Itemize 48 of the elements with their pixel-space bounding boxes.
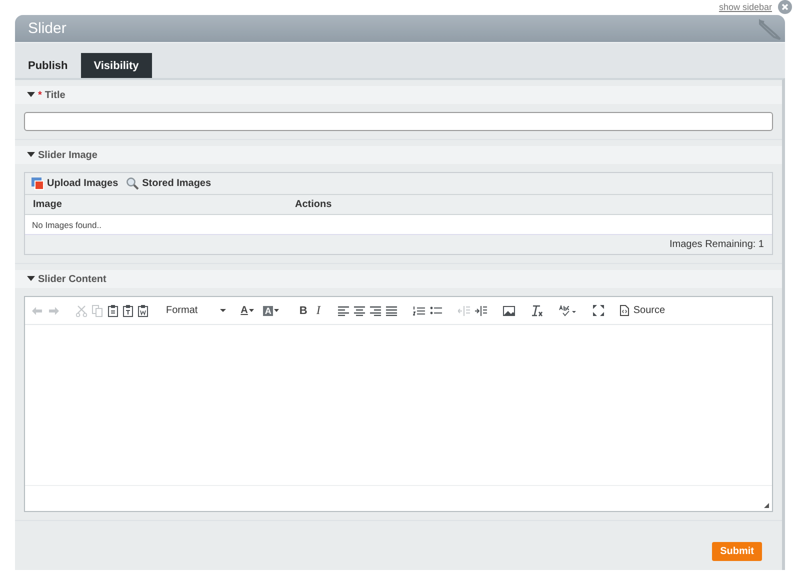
required-mark: * (38, 90, 42, 100)
italic-button[interactable]: I (314, 303, 322, 318)
section-title: Title (44, 90, 66, 100)
upload-images-button[interactable]: Upload Images (31, 177, 118, 190)
section-title: Slider Content (38, 274, 106, 284)
paste-icon[interactable] (108, 304, 118, 316)
paste-text-icon[interactable] (123, 304, 133, 316)
column-header: Actions (295, 199, 332, 210)
title-input-field[interactable] (24, 112, 773, 131)
text-color-button[interactable]: A (238, 305, 256, 316)
tab[interactable]: Visibility (80, 53, 152, 78)
tab[interactable]: Publish (15, 53, 81, 78)
section-title: Slider Image (38, 150, 98, 160)
image-icon[interactable] (503, 306, 516, 316)
show-sidebar-link[interactable]: show sidebar (718, 1, 772, 13)
document-icon (620, 305, 630, 316)
caret-icon (248, 309, 254, 312)
bullet-list-icon[interactable] (430, 306, 442, 316)
align-right-icon[interactable] (370, 306, 382, 316)
close-icon[interactable] (778, 0, 792, 14)
stored-images-button[interactable]: Stored Images (126, 177, 212, 190)
maximize-icon[interactable] (593, 305, 604, 316)
align-center-icon[interactable] (354, 306, 366, 316)
section-header[interactable]: Slider Content (15, 270, 782, 288)
section-header[interactable]: * Title (15, 86, 782, 104)
caret-icon (27, 276, 35, 282)
resize-handle-icon[interactable] (764, 503, 769, 508)
bold-button[interactable]: B (297, 304, 310, 316)
window-title: Slider (28, 20, 66, 37)
source-button[interactable]: Source (620, 305, 666, 316)
empty-message: No Images found.. (32, 220, 102, 230)
caret-icon (274, 309, 280, 312)
spellcheck-icon[interactable] (559, 304, 578, 316)
section-header[interactable]: Slider Image (15, 146, 782, 164)
indent-icon[interactable] (475, 306, 488, 316)
column-header: Image (32, 199, 63, 210)
align-left-icon[interactable] (338, 306, 350, 316)
caret-icon (220, 308, 226, 312)
upload-image-icon (31, 177, 44, 190)
clear-formatting-icon[interactable] (531, 304, 544, 316)
caret-icon (27, 152, 35, 158)
numbered-list-icon[interactable] (413, 306, 426, 316)
paste-word-icon[interactable] (138, 304, 148, 316)
search-icon (126, 177, 140, 190)
caret-icon (27, 92, 35, 98)
images-remaining-text: Images Remaining: 1 (670, 239, 764, 250)
justify-icon[interactable] (386, 306, 398, 316)
format-dropdown[interactable]: Format (164, 305, 234, 316)
